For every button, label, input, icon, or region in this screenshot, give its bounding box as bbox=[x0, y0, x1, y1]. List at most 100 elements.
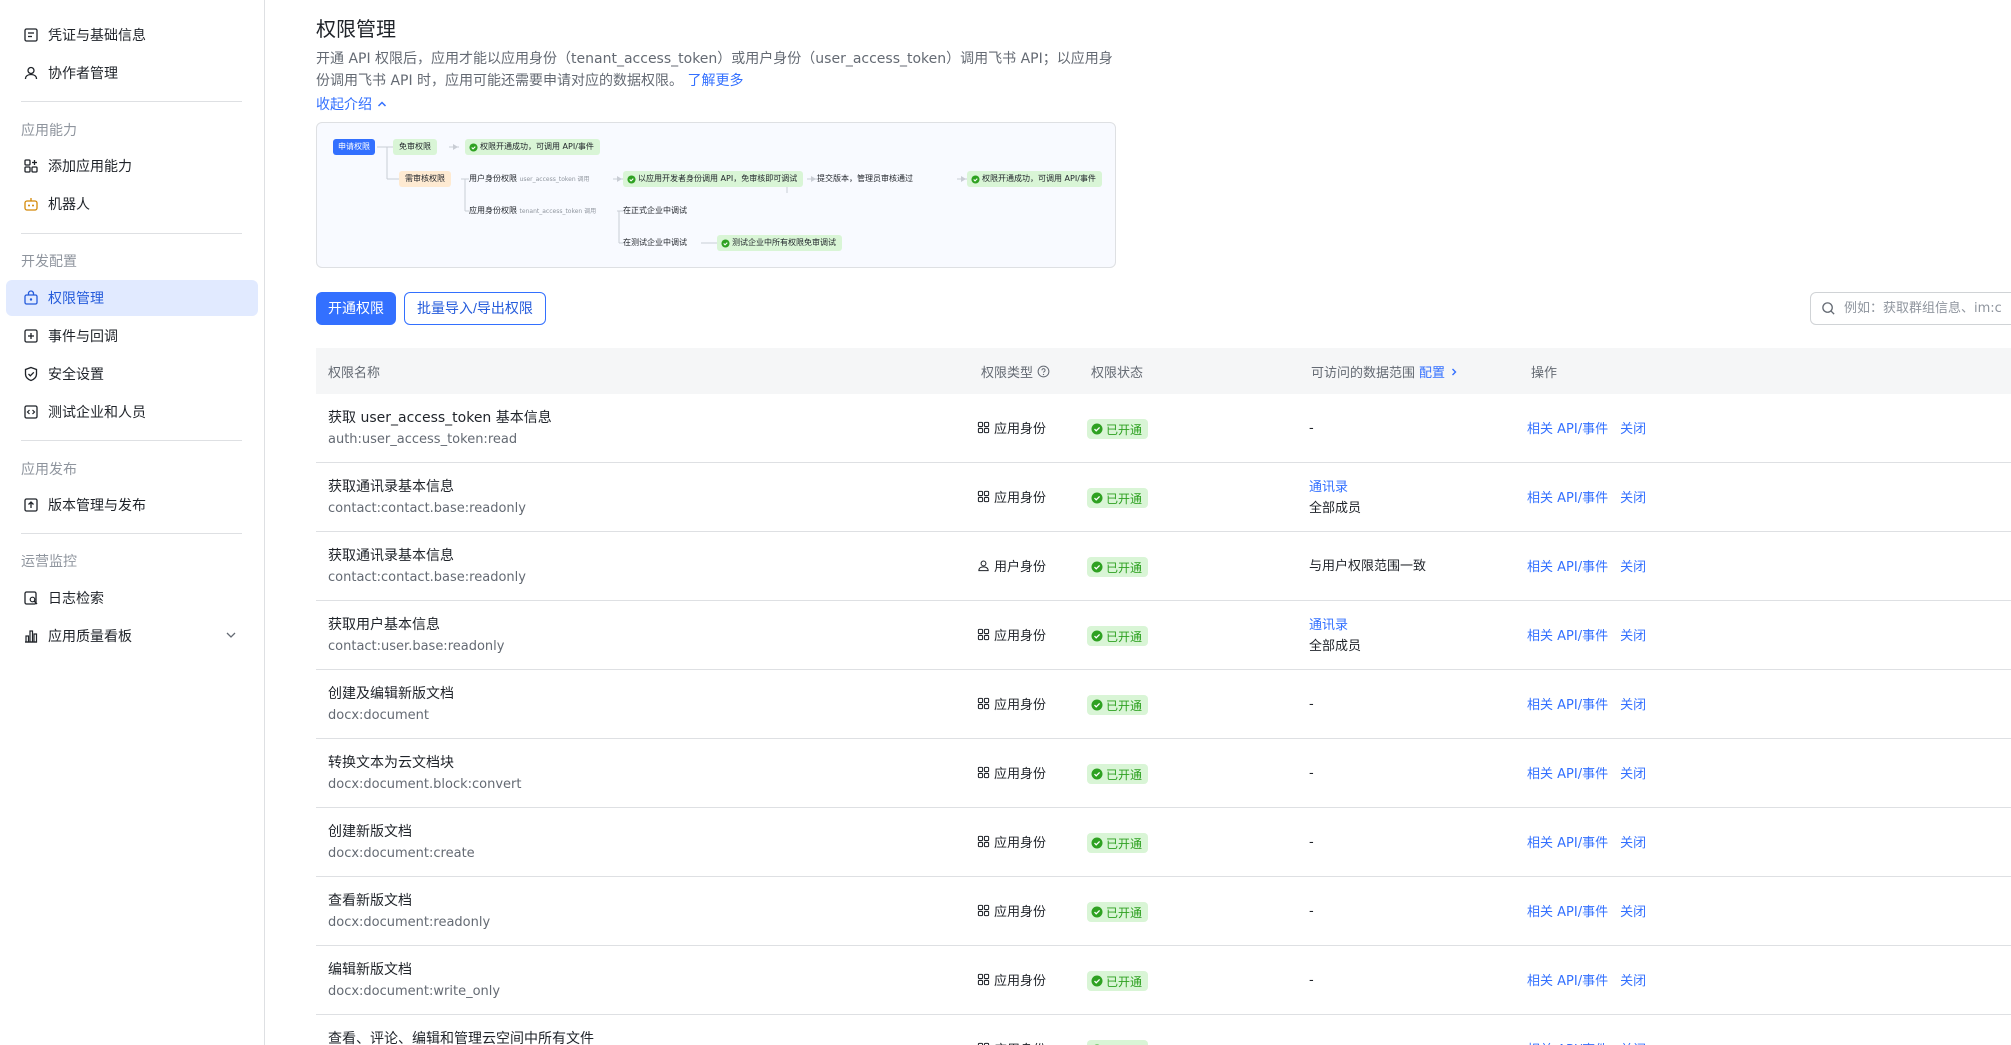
related-api-link[interactable]: 相关 API/事件 bbox=[1527, 901, 1608, 920]
sidebar-item-quality[interactable]: 应用质量看板 bbox=[6, 618, 258, 654]
action-cell: 相关 API/事件关闭 bbox=[1527, 418, 1646, 437]
learn-more-link[interactable]: 了解更多 bbox=[688, 73, 744, 89]
permission-code: docx:document bbox=[328, 708, 430, 723]
close-permission-link[interactable]: 关闭 bbox=[1620, 556, 1646, 575]
status-label: 已开通 bbox=[1106, 422, 1143, 437]
scope-value: - bbox=[1309, 697, 1314, 712]
action-cell: 相关 API/事件 关闭 bbox=[1527, 1039, 1646, 1045]
permission-type-cell: 应用身份 bbox=[977, 418, 1046, 437]
related-api-link[interactable]: 相关 API/事件 bbox=[1527, 1039, 1608, 1045]
related-api-link[interactable]: 相关 API/事件 bbox=[1527, 694, 1608, 713]
check-circle-icon bbox=[1091, 837, 1103, 849]
related-api-link[interactable]: 相关 API/事件 bbox=[1527, 556, 1608, 575]
related-api-link[interactable]: 相关 API/事件 bbox=[1527, 625, 1608, 644]
sidebar-item-versions[interactable]: 版本管理与发布 bbox=[6, 487, 258, 523]
permission-name-cell: 获取通讯录基本信息 contact:contact.base:readonly bbox=[328, 546, 526, 588]
status-badge: 已开通 bbox=[1087, 557, 1149, 577]
sidebar-item-label: 事件与回调 bbox=[48, 329, 118, 345]
related-api-link[interactable]: 相关 API/事件 bbox=[1527, 970, 1608, 989]
permission-type-cell: 应用身份 bbox=[977, 625, 1046, 644]
collapse-intro-toggle[interactable]: 收起介绍 bbox=[316, 94, 388, 114]
permission-name-cell: 获取通讯录基本信息 contact:contact.base:readonly bbox=[328, 477, 526, 519]
sidebar-item-robot[interactable]: 机器人 bbox=[6, 186, 258, 222]
chevron-right-icon[interactable] bbox=[1449, 367, 1459, 377]
user-identity-icon bbox=[978, 560, 989, 572]
robot-icon bbox=[23, 196, 39, 212]
related-api-link[interactable]: 相关 API/事件 bbox=[1527, 832, 1608, 851]
permission-type: 用户身份 bbox=[994, 560, 1047, 575]
enable-permission-button[interactable]: 开通权限 bbox=[316, 292, 396, 325]
sidebar-item-credentials[interactable]: 凭证与基础信息 bbox=[6, 17, 258, 53]
flow-free-result-node: 权限开通成功，可调用 API/事件 bbox=[465, 139, 600, 155]
close-permission-link[interactable]: 关闭 bbox=[1620, 625, 1646, 644]
sidebar-item-label: 安全设置 bbox=[48, 367, 104, 383]
check-circle-icon bbox=[1091, 561, 1103, 573]
close-permission-link[interactable]: 关闭 bbox=[1620, 901, 1646, 920]
table-row: 获取用户基本信息 contact:user.base:readonly 应用身份 已开… bbox=[316, 601, 2011, 670]
close-permission-link[interactable]: 关闭 bbox=[1620, 418, 1646, 437]
table-row: 查看新版文档 docx:document:readonly 应用身份 已开通 - 相关 A… bbox=[316, 877, 2011, 946]
action-cell: 相关 API/事件关闭 bbox=[1527, 832, 1646, 851]
search-box[interactable] bbox=[1810, 292, 2011, 325]
related-api-link[interactable]: 相关 API/事件 bbox=[1527, 487, 1608, 506]
sidebar-divider bbox=[21, 233, 242, 234]
user-icon bbox=[23, 65, 39, 81]
scope-config-link[interactable]: 配置 bbox=[1419, 362, 1445, 381]
sidebar-divider bbox=[21, 101, 242, 102]
status-badge: 已开通 bbox=[1087, 764, 1149, 784]
scope-link[interactable]: 通讯录 bbox=[1309, 615, 1361, 636]
close-permission-link[interactable]: 关闭 bbox=[1620, 832, 1646, 851]
sidebar-item-add-capability[interactable]: 添加应用能力 bbox=[6, 148, 258, 184]
permission-type: 应用身份 bbox=[994, 836, 1047, 851]
flow-user-identity-node: 用户身份权限 user_access_token 调用 bbox=[469, 171, 590, 187]
permission-name: 创建及编辑新版文档 bbox=[328, 686, 454, 702]
batch-import-export-button[interactable]: 批量导入/导出权限 bbox=[404, 292, 546, 325]
scope-link[interactable]: 通讯录 bbox=[1309, 477, 1361, 498]
data-scope-cell: - bbox=[1309, 901, 1314, 922]
app-identity-icon bbox=[977, 904, 990, 917]
sidebar-item-permissions[interactable]: 权限管理 bbox=[6, 280, 258, 316]
scope-value: - bbox=[1309, 973, 1314, 988]
sidebar-item-collaborators[interactable]: 协作者管理 bbox=[6, 55, 258, 91]
check-circle-icon bbox=[1091, 630, 1103, 642]
search-input[interactable] bbox=[1844, 301, 2011, 316]
help-circle-icon[interactable] bbox=[1037, 365, 1050, 378]
sidebar-item-test-enterprise[interactable]: 测试企业和人员 bbox=[6, 394, 258, 430]
check-circle-icon bbox=[1091, 699, 1103, 711]
bar-chart-icon bbox=[23, 628, 39, 644]
sidebar-item-logs[interactable]: 日志检索 bbox=[6, 580, 258, 616]
app-identity-icon bbox=[977, 973, 990, 986]
event-icon bbox=[23, 328, 39, 344]
table-row: 获取通讯录基本信息 contact:contact.base:readonly 应用… bbox=[316, 463, 2011, 532]
sidebar-item-security[interactable]: 安全设置 bbox=[6, 356, 258, 392]
permission-type-cell: 用户身份 bbox=[977, 556, 1046, 575]
close-permission-link[interactable]: 关闭 bbox=[1620, 763, 1646, 782]
sidebar-item-label: 应用质量看板 bbox=[48, 629, 132, 645]
related-api-link[interactable]: 相关 API/事件 bbox=[1527, 763, 1608, 782]
close-permission-link[interactable]: 关闭 bbox=[1620, 487, 1646, 506]
close-permission-link[interactable]: 关闭 bbox=[1620, 970, 1646, 989]
header-scope: 可访问的数据范围 配置 bbox=[1311, 362, 1459, 381]
status-label: 已开通 bbox=[1106, 905, 1143, 920]
related-api-link[interactable]: 相关 API/事件 bbox=[1527, 418, 1608, 437]
scope-value: 全部成员 bbox=[1309, 639, 1362, 654]
scope-value: - bbox=[1309, 835, 1314, 850]
permission-type: 应用身份 bbox=[994, 698, 1047, 713]
sidebar-item-label: 机器人 bbox=[48, 197, 90, 213]
scope-value: - bbox=[1309, 766, 1314, 781]
action-cell: 相关 API/事件关闭 bbox=[1527, 970, 1646, 989]
chevron-down-icon[interactable] bbox=[224, 628, 238, 642]
sidebar-divider bbox=[21, 533, 242, 534]
sidebar-item-events[interactable]: 事件与回调 bbox=[6, 318, 258, 354]
data-scope-cell: - bbox=[1309, 763, 1314, 784]
close-permission-link[interactable]: 关闭 bbox=[1620, 694, 1646, 713]
app-identity-icon bbox=[977, 697, 990, 710]
status-badge: 已开通 bbox=[1087, 626, 1149, 646]
close-permission-link[interactable]: 关闭 bbox=[1620, 1039, 1646, 1045]
header-name: 权限名称 bbox=[328, 366, 381, 381]
permission-name: 获取通讯录基本信息 bbox=[328, 548, 454, 564]
flow-submit-node: 提交版本，管理员审核通过 bbox=[817, 174, 913, 183]
permission-type: 应用身份 bbox=[994, 422, 1047, 437]
sidebar-section-label: 运营监控 bbox=[21, 554, 77, 570]
action-cell: 相关 API/事件关闭 bbox=[1527, 487, 1646, 506]
